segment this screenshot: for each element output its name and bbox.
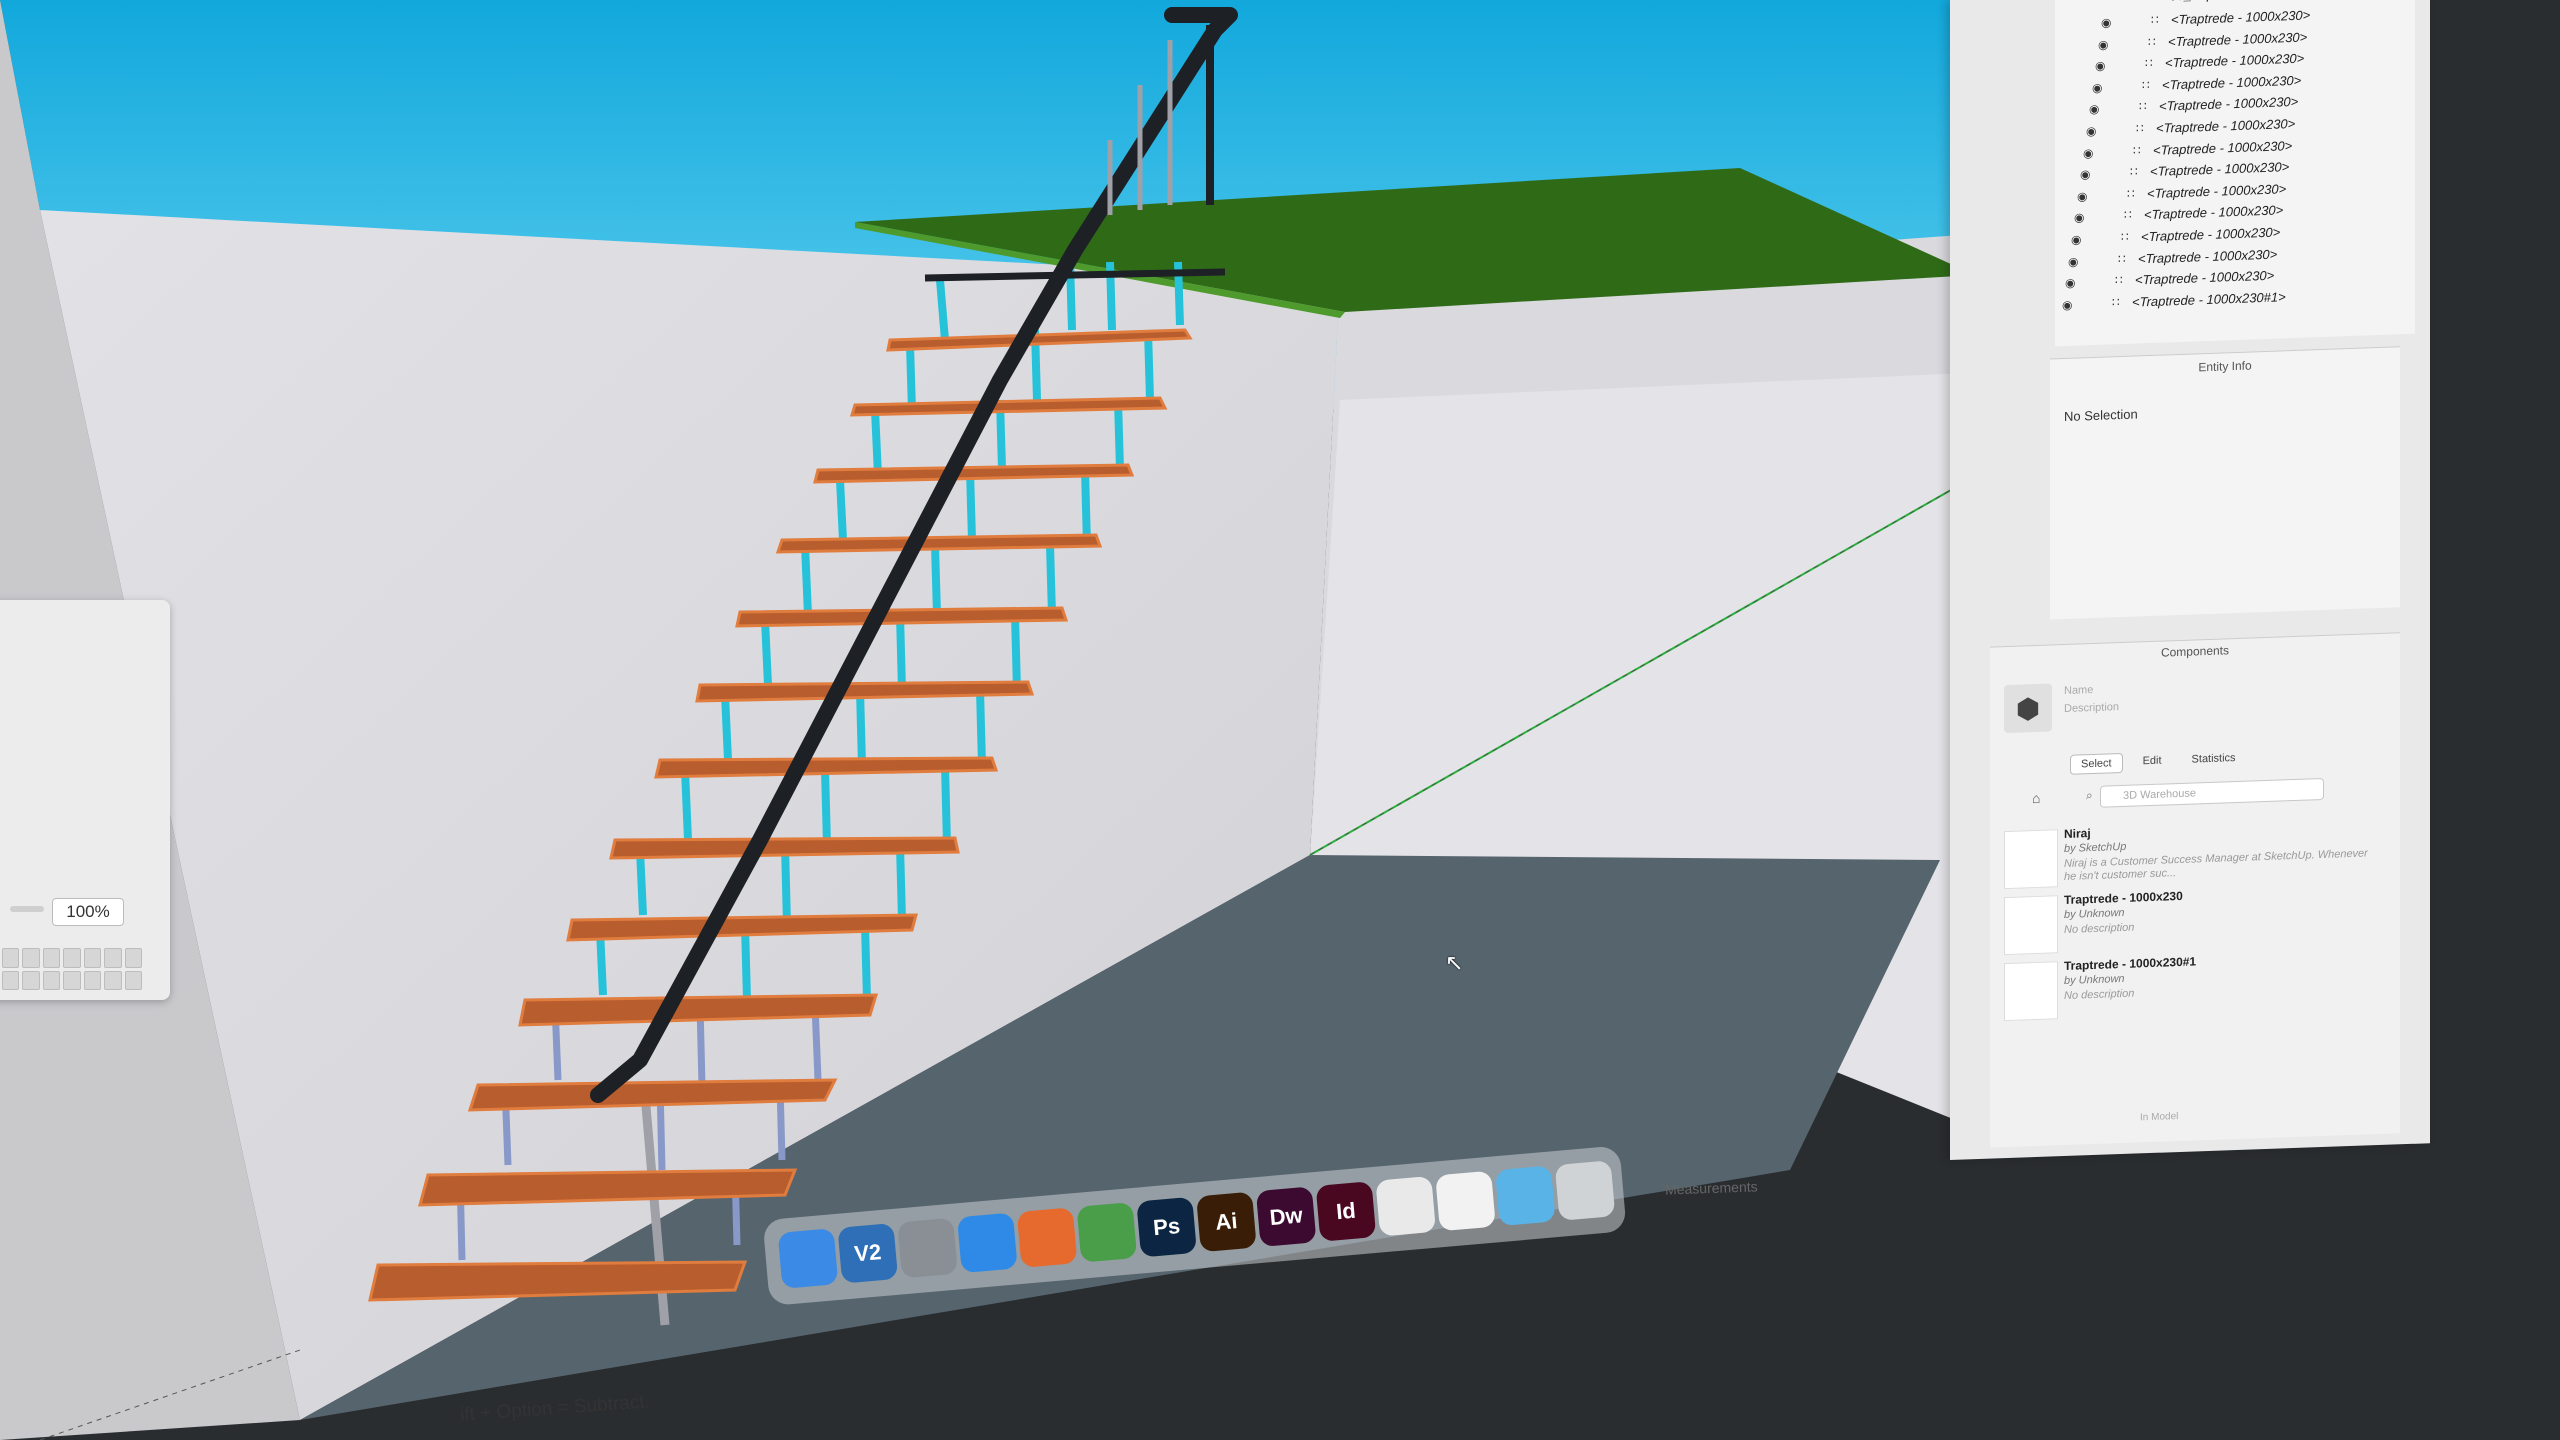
vectorworks-icon[interactable]: V2 [837, 1222, 899, 1284]
blender-icon[interactable] [1375, 1175, 1437, 1237]
component-author: by Unknown [2064, 972, 2125, 988]
visibility-eye-icon[interactable]: ◉ [2083, 145, 2097, 160]
component-name-field[interactable]: Name [2064, 684, 2093, 697]
visibility-eye-icon[interactable]: ◉ [2095, 59, 2109, 73]
outliner-group-label: 05_trap [2170, 0, 2214, 3]
entity-info-value: No Selection [2064, 406, 2138, 425]
outliner-row-label: <Traptrede - 1000x230> [2135, 267, 2275, 288]
firefox-icon[interactable] [1016, 1207, 1078, 1268]
list-item[interactable]: Traptrede - 1000x230#1 by Unknown No des… [2004, 946, 2384, 1025]
components-tabs: Select Edit Statistics [2070, 749, 2246, 775]
visibility-eye-icon[interactable]: ◉ [2092, 80, 2106, 94]
outliner-row-label: <Traptrede - 1000x230> [2168, 29, 2308, 49]
default-tray: 05_trap ◉ ∷ <Traptrede - 1000x230> ◉ ∷ <Trapt… [1950, 0, 2430, 1160]
outliner-row-label: <Traptrede - 1000x230> [2162, 72, 2302, 93]
component-instance-icon: ∷ [2133, 142, 2141, 158]
visibility-eye-icon[interactable]: ◉ [2089, 102, 2103, 116]
dreamweaver-icon[interactable]: Dw [1255, 1186, 1317, 1248]
left-inspector-panel: 100% [0, 600, 170, 1000]
component-instance-icon: ∷ [2151, 12, 2159, 27]
visibility-eye-icon[interactable]: ◉ [2101, 15, 2115, 29]
launchpad-icon[interactable] [897, 1217, 958, 1279]
illustrator-icon[interactable]: Ai [1196, 1191, 1257, 1253]
tab-statistics[interactable]: Statistics [2182, 749, 2246, 771]
sketchup-window: ↖ 100% 05_trap ◉ ∷ <Traptrede - 1000x230> ◉… [0, 0, 2560, 1440]
outliner-row-label: <Traptrede - 1000x230> [2165, 50, 2305, 71]
component-thumbnail [2004, 961, 2058, 1022]
outliner-row-label: <Traptrede - 1000x230> [2159, 94, 2299, 115]
visibility-eye-icon[interactable]: ◉ [2068, 254, 2082, 268]
zoom-value-field[interactable]: 100% [52, 898, 124, 926]
component-instance-icon: ∷ [2112, 294, 2120, 310]
home-icon[interactable]: ⌂ [2032, 790, 2040, 806]
outliner-row-label: <Traptrede - 1000x230> [2156, 115, 2296, 136]
finder-icon[interactable] [777, 1228, 839, 1289]
zoom-slider[interactable] [10, 906, 44, 912]
swatch-grid[interactable] [2, 948, 142, 990]
component-preview-icon: ⬢ [2004, 683, 2052, 734]
visibility-eye-icon[interactable]: ◉ [2077, 189, 2091, 203]
component-instance-icon: ∷ [2115, 273, 2123, 288]
tab-edit[interactable]: Edit [2133, 751, 2172, 772]
outliner-row-label: <Traptrede - 1000x230> [2138, 246, 2278, 267]
component-author: by Unknown [2064, 906, 2125, 922]
outliner-row-label: <Traptrede - 1000x230> [2153, 137, 2293, 158]
outliner-row-label: <Traptrede - 1000x230> [2147, 181, 2287, 201]
visibility-eye-icon[interactable]: ◉ [2062, 297, 2076, 312]
safari-icon[interactable] [956, 1212, 1018, 1274]
component-instance-icon: ∷ [2139, 99, 2147, 114]
component-instance-icon: ∷ [2121, 229, 2129, 245]
component-instance-icon: ∷ [2124, 208, 2132, 223]
entity-info-title: Entity Info [2198, 358, 2252, 375]
measurements-label: Measurements [1664, 1178, 1758, 1198]
photoshop-icon[interactable]: Ps [1136, 1196, 1197, 1258]
component-name: Traptrede - 1000x230#1 [2064, 954, 2197, 974]
components-title: Components [2160, 643, 2230, 660]
components-panel: Components ⬢ Name Description Select Edi… [1990, 632, 2400, 1148]
visibility-eye-icon[interactable]: ◉ [2080, 167, 2094, 181]
mouse-cursor-icon: ↖ [1445, 950, 1464, 975]
outliner-row-label: <Traptrede - 1000x230> [2150, 159, 2290, 180]
visibility-eye-icon[interactable]: ◉ [2074, 211, 2088, 225]
component-instance-icon: ∷ [2148, 34, 2156, 49]
tab-select[interactable]: Select [2070, 752, 2123, 775]
visibility-eye-icon[interactable]: ◉ [2071, 232, 2085, 246]
trash-icon[interactable] [1554, 1160, 1616, 1221]
component-name: Niraj [2064, 826, 2091, 842]
component-instance-icon: ∷ [2145, 56, 2153, 71]
warehouse-search-input[interactable]: 3D Warehouse [2100, 777, 2324, 808]
component-thumbnail [2004, 895, 2058, 956]
search-icon: ⌕ [2086, 788, 2093, 803]
outliner-row-label: <Traptrede - 1000x230> [2141, 224, 2281, 245]
component-instance-icon: ∷ [2130, 164, 2138, 179]
folder-icon[interactable] [1494, 1165, 1556, 1227]
outliner-row-label: <Traptrede - 1000x230> [2171, 7, 2311, 28]
chrome-icon[interactable] [1076, 1202, 1138, 1263]
visibility-eye-icon[interactable]: ◉ [2098, 37, 2112, 51]
components-footer: In Model [2140, 1111, 2179, 1124]
component-list: Niraj by SketchUp Niraj is a Customer Su… [2004, 814, 2384, 1025]
entity-info-panel: Entity Info No Selection [2050, 346, 2400, 620]
component-instance-icon: ∷ [2118, 251, 2126, 266]
component-author: by SketchUp [2064, 840, 2127, 856]
component-description-field[interactable]: Description [2064, 701, 2119, 715]
visibility-eye-icon[interactable]: ◉ [2086, 124, 2100, 138]
outliner-row-label: <Traptrede - 1000x230#1> [2132, 289, 2286, 310]
component-instance-icon: ∷ [2136, 121, 2144, 136]
outliner-panel: 05_trap ◉ ∷ <Traptrede - 1000x230> ◉ ∷ <Trapt… [2055, 0, 2415, 347]
indesign-icon[interactable]: Id [1315, 1181, 1377, 1242]
component-name: Traptrede - 1000x230 [2064, 888, 2183, 908]
sketchup-icon[interactable] [1435, 1170, 1496, 1232]
component-thumbnail [2004, 829, 2058, 890]
component-instance-icon: ∷ [2127, 186, 2135, 201]
outliner-row-label: <Traptrede - 1000x230> [2144, 202, 2284, 223]
visibility-eye-icon[interactable]: ◉ [2065, 276, 2079, 290]
component-instance-icon: ∷ [2142, 77, 2150, 93]
